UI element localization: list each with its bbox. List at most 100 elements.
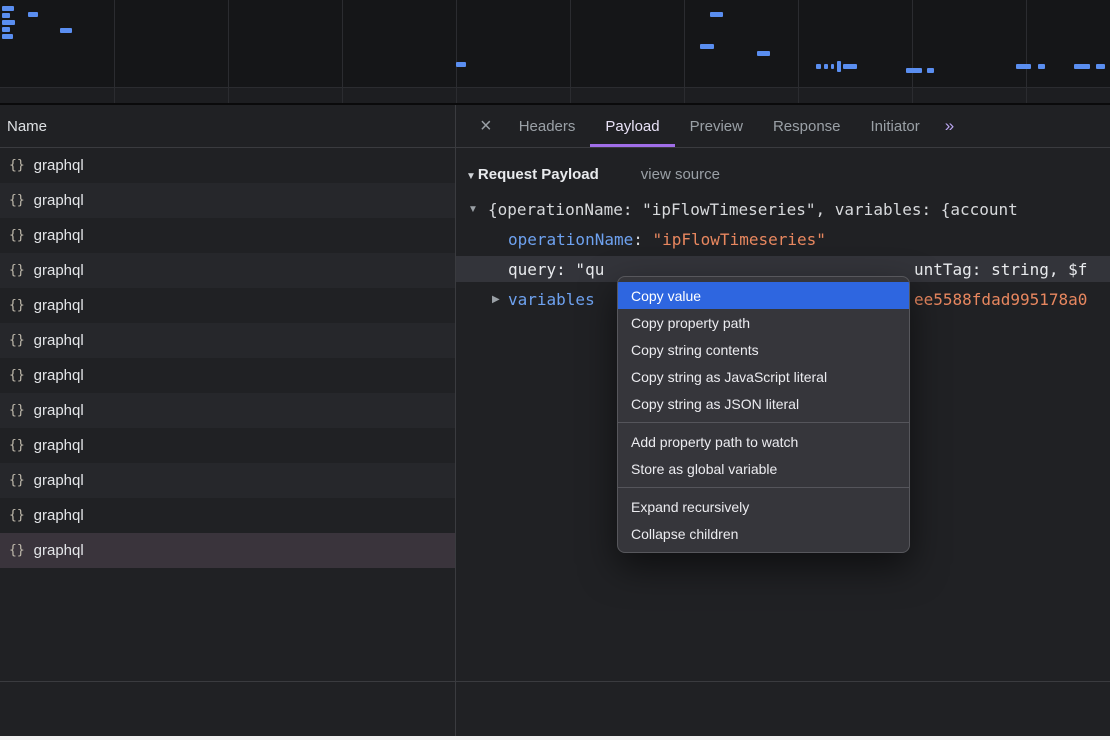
grid-line [228, 0, 229, 103]
payload-section-title: Request Payload [478, 166, 599, 183]
request-name: graphql [34, 157, 84, 174]
menu-separator [618, 487, 909, 488]
page-edge [0, 736, 1110, 740]
timeline-bar [927, 68, 934, 73]
context-menu: Copy valueCopy property pathCopy string … [617, 276, 910, 553]
name-column-header[interactable]: Name [7, 118, 47, 135]
request-name: graphql [34, 262, 84, 279]
timeline-bar [831, 64, 834, 69]
tab-preview[interactable]: Preview [675, 105, 758, 147]
property-key: variables [508, 290, 595, 309]
grid-line [684, 0, 685, 103]
request-name: graphql [34, 297, 84, 314]
name-column-header-cell: Name [0, 105, 456, 147]
grid-line [912, 0, 913, 103]
network-request-row[interactable]: {} graphql [0, 498, 455, 533]
grid-line [342, 0, 343, 103]
request-name: graphql [34, 402, 84, 419]
menu-item-copy-value[interactable]: Copy value [618, 282, 909, 309]
property-value: "ipFlowTimeseries" [653, 230, 826, 249]
grid-line [1026, 0, 1027, 103]
tab-initiator[interactable]: Initiator [856, 105, 935, 147]
request-name: graphql [34, 542, 84, 559]
braces-icon: {} [9, 368, 25, 383]
tab-headers[interactable]: Headers [504, 105, 591, 147]
overview-lower-band [0, 88, 1110, 103]
network-request-row[interactable]: {}graphql [0, 533, 455, 568]
tab-strip: HeadersPayloadPreviewResponseInitiator [504, 105, 935, 147]
network-request-row[interactable]: {}graphql [0, 463, 455, 498]
grid-line [798, 0, 799, 103]
network-request-row[interactable]: {}graphql [0, 323, 455, 358]
request-name: graphql [34, 192, 84, 209]
menu-item-copy-string-contents[interactable]: Copy string contents [618, 336, 909, 363]
network-request-row[interactable]: {} graphql [0, 183, 455, 218]
grid-line [456, 0, 457, 103]
grid-line [114, 0, 115, 103]
braces-icon: {} [9, 158, 25, 173]
menu-separator [618, 422, 909, 423]
network-request-row[interactable]: {} graphql [0, 393, 455, 428]
request-name: graphql [34, 227, 84, 244]
network-request-row[interactable]: {}graphql [0, 428, 455, 463]
network-overview-timeline[interactable] [0, 0, 1110, 105]
timeline-bar [837, 61, 841, 72]
tab-response[interactable]: Response [758, 105, 856, 147]
payload-operationname-row[interactable]: operationName: "ipFlowTimeseries" [456, 226, 1110, 252]
devtools-window: Name × HeadersPayloadPreviewResponseInit… [0, 0, 1110, 740]
braces-icon: {} [9, 228, 25, 243]
timeline-bar [700, 44, 714, 49]
timeline-bar [2, 20, 15, 25]
timeline-bar [824, 64, 828, 69]
braces-icon: {} [9, 403, 25, 418]
request-name: graphql [34, 507, 84, 524]
network-request-row[interactable]: {} graphql [0, 148, 455, 183]
collapse-triangle-icon[interactable]: ▼ [466, 171, 476, 182]
network-request-row[interactable]: {} graphql [0, 253, 455, 288]
payload-root-row[interactable]: ▼ {operationName: "ipFlowTimeseries", va… [456, 196, 1110, 222]
braces-icon: {} [9, 193, 25, 208]
timeline-bar [816, 64, 821, 69]
timeline-bar [2, 27, 10, 32]
tab-payload[interactable]: Payload [590, 105, 674, 147]
timeline-bar [28, 12, 38, 17]
braces-icon: {} [9, 508, 25, 523]
menu-item-copy-property-path[interactable]: Copy property path [618, 309, 909, 336]
detail-tab-bar: × HeadersPayloadPreviewResponseInitiator… [456, 105, 1110, 147]
menu-item-add-property-path-to-watch[interactable]: Add property path to watch [618, 428, 909, 455]
menu-item-collapse-children[interactable]: Collapse children [618, 520, 909, 547]
timeline-bar [710, 12, 723, 17]
timeline-bar [1074, 64, 1090, 69]
braces-icon: {} [9, 333, 25, 348]
network-request-row[interactable]: {} graphql [0, 218, 455, 253]
network-request-row[interactable]: {} graphql [0, 288, 455, 323]
close-icon[interactable]: × [468, 105, 504, 147]
timeline-bar [757, 51, 770, 56]
more-tabs-icon[interactable]: » [935, 105, 964, 147]
timeline-bar [1096, 64, 1105, 69]
menu-item-copy-string-as-json-literal[interactable]: Copy string as JSON literal [618, 390, 909, 417]
braces-icon: {} [9, 263, 25, 278]
braces-icon: {} [9, 298, 25, 313]
timeline-bar [60, 28, 72, 33]
menu-item-copy-string-as-javascript-literal[interactable]: Copy string as JavaScript literal [618, 363, 909, 390]
menu-item-store-as-global-variable[interactable]: Store as global variable [618, 455, 909, 482]
timeline-bar [2, 6, 14, 11]
request-name: graphql [34, 437, 84, 454]
timeline-bar [1016, 64, 1031, 69]
key-separator: : [633, 230, 652, 249]
timeline-bar [843, 64, 857, 69]
request-name: graphql [34, 367, 84, 384]
timeline-bar [1038, 64, 1045, 69]
view-source-link[interactable]: view source [641, 166, 720, 183]
root-preview-text: {operationName: "ipFlowTimeseries", vari… [488, 200, 1018, 219]
network-request-row[interactable]: {} graphql [0, 358, 455, 393]
property-key: operationName [508, 230, 633, 249]
status-bar-left [0, 682, 456, 736]
triangle-right-icon: ▶ [492, 294, 508, 305]
timeline-bar [456, 62, 466, 67]
request-name: graphql [34, 472, 84, 489]
menu-item-expand-recursively[interactable]: Expand recursively [618, 493, 909, 520]
grid-line [570, 0, 571, 103]
query-text-right: untTag: string, $f [914, 260, 1087, 279]
